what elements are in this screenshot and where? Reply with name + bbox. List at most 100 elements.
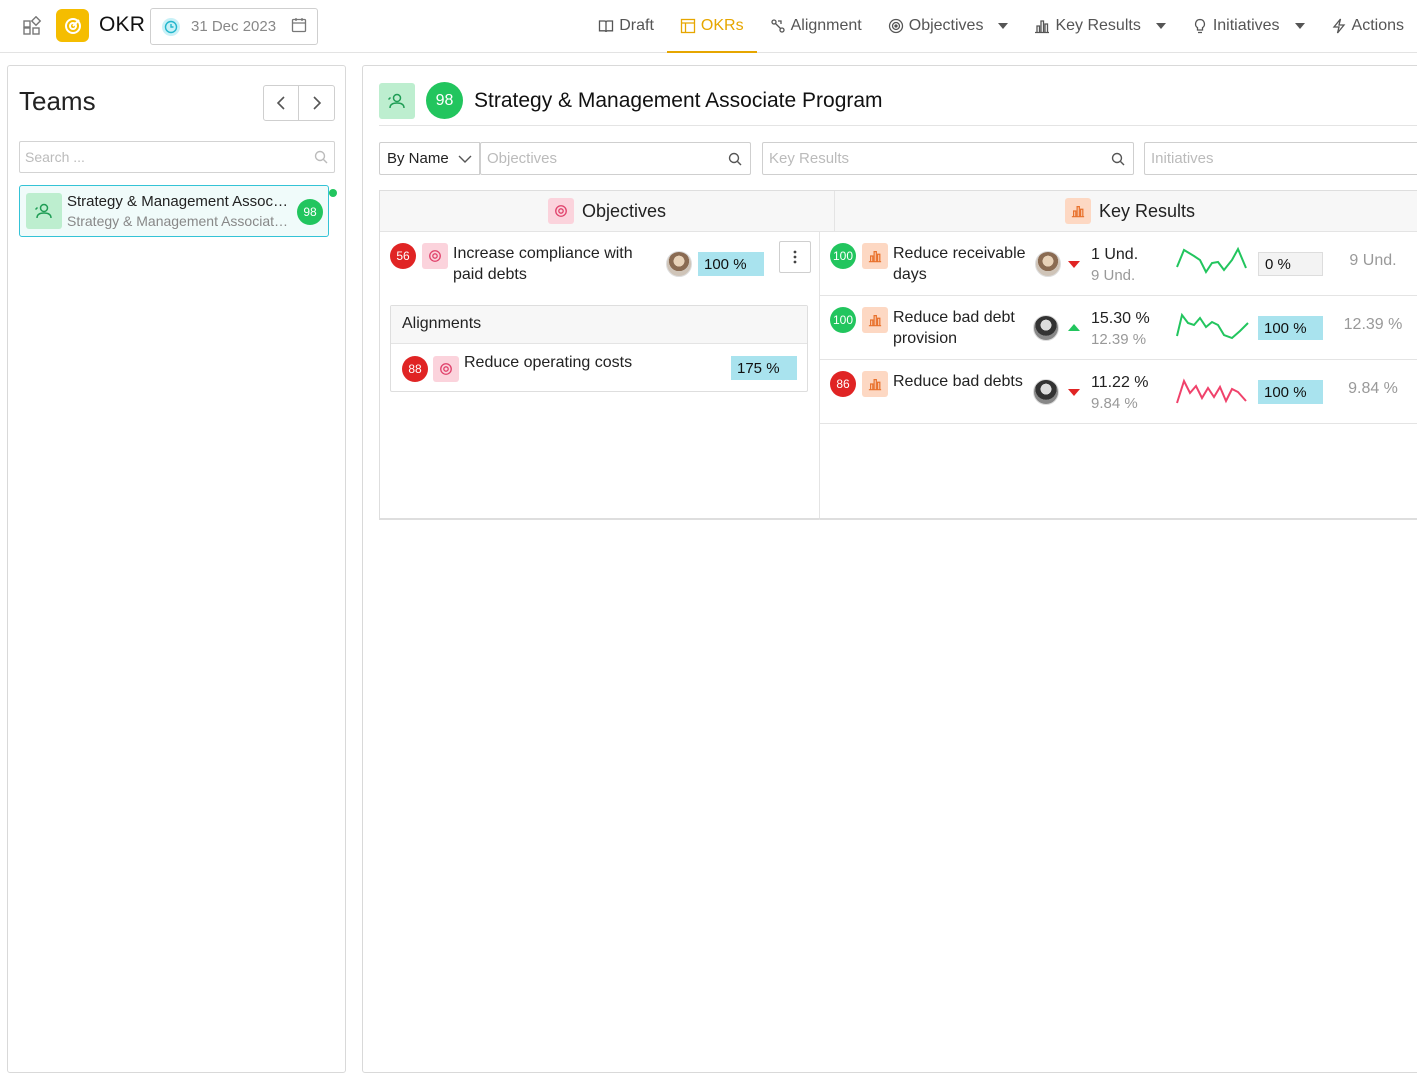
status-dot <box>329 189 337 197</box>
date-value: 31 Dec 2023 <box>191 18 277 35</box>
chevron-down-icon <box>1294 22 1305 29</box>
nav-objectives[interactable]: Objectives <box>875 0 1022 53</box>
okr-logo-icon <box>56 9 89 42</box>
alignment-title: Reduce operating costs <box>464 354 633 371</box>
key-result-progress: 0 % <box>1258 252 1323 276</box>
teams-title: Teams <box>19 86 96 116</box>
objective-score-badge: 56 <box>390 243 416 269</box>
objectives-header-label: Objectives <box>581 200 667 221</box>
owner-avatar[interactable] <box>666 251 692 277</box>
more-options-button[interactable] <box>779 241 811 273</box>
calendar-icon[interactable] <box>291 17 307 37</box>
sort-select-value: By Name <box>387 150 449 167</box>
alignments-box: Alignments 88 Reduce operating costs 175… <box>390 305 808 392</box>
key-result-score-badge: 100 <box>830 243 856 269</box>
apps-grid-icon[interactable] <box>22 15 42 36</box>
current-value: 1 Und. <box>1091 246 1139 263</box>
lightbulb-icon <box>1194 18 1205 33</box>
owner-avatar[interactable] <box>1035 251 1061 277</box>
bolt-icon <box>1332 18 1345 33</box>
key-result-row[interactable]: 100 Reduce bad debt provision 15.30 % 12… <box>820 296 1417 360</box>
kebab-menu-icon <box>793 250 797 264</box>
target-value: 9.84 % <box>1348 380 1398 397</box>
objective-title[interactable]: Increase compliance with paid debts <box>453 243 663 285</box>
current-value: 15.30 % <box>1091 310 1150 327</box>
nav-key-results[interactable]: Key Results <box>1021 0 1178 53</box>
team-score-badge: 98 <box>426 82 463 119</box>
objectives-column-header: Objectives <box>380 191 835 232</box>
previous-page-button[interactable] <box>263 85 299 121</box>
main-panel: 98 Strategy & Management Associate Progr… <box>362 65 1417 1073</box>
bar-chart-icon <box>862 371 888 397</box>
next-page-button[interactable] <box>299 85 335 121</box>
key-result-score-badge: 100 <box>830 307 856 333</box>
bar-chart-icon <box>1064 198 1091 224</box>
nav-actions-label: Actions <box>1351 16 1404 34</box>
search-icon[interactable] <box>1111 152 1125 166</box>
target-icon <box>433 356 459 382</box>
trend-down-icon <box>1068 261 1080 268</box>
nav-draft[interactable]: Draft <box>585 0 667 53</box>
page-title: Strategy & Management Associate Program <box>474 89 883 112</box>
bar-chart-icon <box>1035 19 1050 33</box>
nav-alignment-label: Alignment <box>790 16 862 34</box>
date-picker[interactable]: 31 Dec 2023 <box>150 8 318 45</box>
key-result-title: Reduce bad debts <box>893 373 1023 390</box>
search-icon[interactable] <box>728 152 742 166</box>
team-subtitle: Strategy & Management Associate Program <box>67 213 289 229</box>
app-name: OKR <box>99 13 146 36</box>
initiatives-filter <box>1144 142 1417 175</box>
bar-chart-icon <box>862 307 888 333</box>
nav-actions[interactable]: Actions <box>1318 0 1417 53</box>
team-list-item[interactable]: Strategy & Management Associate Program … <box>19 185 337 237</box>
owner-avatar[interactable] <box>1033 315 1059 341</box>
objective-row: 56 Increase compliance with paid debts 1… <box>380 232 819 520</box>
target-icon <box>888 18 903 33</box>
previous-value: 9.84 % <box>1091 395 1138 412</box>
sort-select[interactable]: By Name <box>379 142 480 175</box>
table-icon <box>680 18 696 33</box>
teams-panel: Teams Strategy & Management Associate Pr… <box>7 65 346 1073</box>
key-result-title: Reduce bad debt provision <box>893 309 1015 347</box>
key-result-row[interactable]: 86 Reduce bad debts 11.22 % 9.84 % 100 %… <box>820 360 1417 424</box>
trend-up-icon <box>1068 324 1080 331</box>
divider <box>379 518 1417 519</box>
sparkline-chart <box>1176 378 1247 404</box>
clock-icon <box>161 17 181 37</box>
main-nav: Draft OKRs Alignment Objectives Key Resu… <box>585 0 1417 53</box>
nav-okrs-label: OKRs <box>700 16 744 34</box>
okr-board: Objectives Key Results 56 Increase compl… <box>379 190 1417 520</box>
alignment-score-badge: 88 <box>402 356 428 382</box>
nav-initiatives[interactable]: Initiatives <box>1179 0 1318 53</box>
alignment-progress: 175 % <box>731 356 797 380</box>
objective-progress: 100 % <box>698 252 764 276</box>
sparkline-chart <box>1176 246 1247 274</box>
team-icon <box>379 83 415 119</box>
objectives-filter-input[interactable] <box>481 143 750 174</box>
bar-chart-icon <box>862 243 888 269</box>
team-search <box>19 141 335 173</box>
previous-value: 12.39 % <box>1091 331 1147 348</box>
target-value: 12.39 % <box>1343 316 1403 333</box>
top-bar: OKR 31 Dec 2023 Draft OKRs Alignment Obj… <box>0 0 1417 53</box>
key-results-header-label: Key Results <box>1098 200 1196 221</box>
team-search-input[interactable] <box>20 142 334 172</box>
chevron-down-icon <box>998 22 1009 29</box>
initiatives-filter-input[interactable] <box>1145 143 1417 174</box>
owner-avatar[interactable] <box>1033 379 1059 405</box>
team-score-badge: 98 <box>297 199 323 225</box>
alignment-item[interactable]: 88 Reduce operating costs 175 % <box>391 344 807 392</box>
key-result-row[interactable]: 100 Reduce receivable days 1 Und. 9 Und.… <box>820 232 1417 296</box>
key-results-filter <box>762 142 1134 175</box>
key-results-column-header: Key Results <box>835 191 1417 232</box>
nav-draft-label: Draft <box>619 16 654 34</box>
alignment-icon <box>770 18 785 33</box>
team-name: Strategy & Management Associate Program <box>67 193 289 210</box>
nav-okrs[interactable]: OKRs <box>666 0 757 53</box>
key-result-title: Reduce receivable days <box>893 245 1026 283</box>
nav-initiatives-label: Initiatives <box>1212 16 1280 34</box>
chevron-down-icon <box>1155 22 1166 29</box>
nav-alignment[interactable]: Alignment <box>757 0 875 53</box>
teams-pager <box>263 85 335 121</box>
key-results-filter-input[interactable] <box>763 143 1133 174</box>
